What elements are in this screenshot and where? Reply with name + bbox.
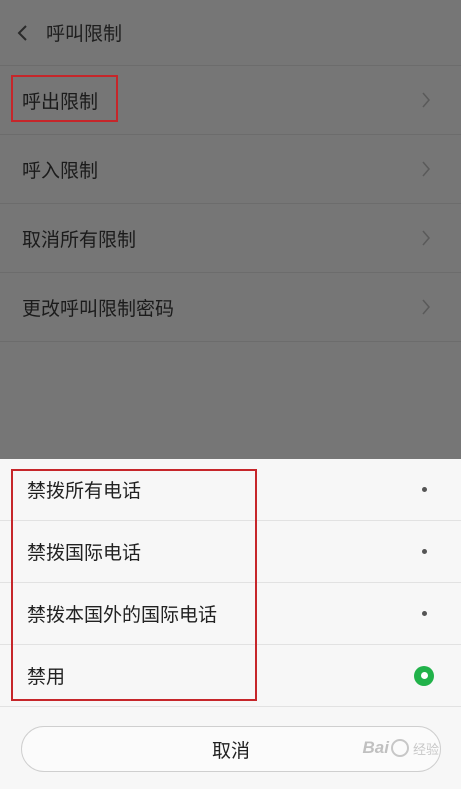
cancel-button[interactable]: 取消: [21, 726, 441, 772]
chevron-right-icon: [421, 298, 431, 316]
option-bar-international[interactable]: 禁拨国际电话: [0, 521, 461, 583]
radio-unselected-icon: [412, 487, 436, 492]
page-title: 呼叫限制: [46, 23, 123, 45]
title-bar: 呼叫限制: [0, 0, 461, 66]
chevron-right-icon: [421, 91, 431, 109]
radio-unselected-icon: [412, 549, 436, 554]
option-label: 禁用: [27, 666, 66, 688]
menu-item-label: 更改呼叫限制密码: [22, 297, 175, 320]
menu-item-label: 呼出限制: [22, 90, 99, 113]
option-bar-all-calls[interactable]: 禁拨所有电话: [0, 459, 461, 521]
menu-item-outgoing-barring[interactable]: 呼出限制: [0, 66, 461, 135]
option-bar-international-except-home[interactable]: 禁拨本国外的国际电话: [0, 583, 461, 645]
menu-item-label: 呼入限制: [22, 159, 99, 182]
radio-unselected-icon: [412, 611, 436, 616]
menu-item-incoming-barring[interactable]: 呼入限制: [0, 135, 461, 204]
chevron-right-icon: [421, 229, 431, 247]
back-arrow-icon[interactable]: [16, 24, 42, 42]
menu-item-change-barring-password[interactable]: 更改呼叫限制密码: [0, 273, 461, 342]
option-label: 禁拨本国外的国际电话: [27, 604, 218, 626]
option-label: 禁拨国际电话: [27, 542, 142, 564]
option-label: 禁拨所有电话: [27, 480, 142, 502]
option-disabled[interactable]: 禁用: [0, 645, 461, 707]
menu-item-cancel-all-barring[interactable]: 取消所有限制: [0, 204, 461, 273]
menu-item-label: 取消所有限制: [22, 228, 137, 251]
chevron-right-icon: [421, 160, 431, 178]
radio-selected-icon: [412, 665, 436, 686]
